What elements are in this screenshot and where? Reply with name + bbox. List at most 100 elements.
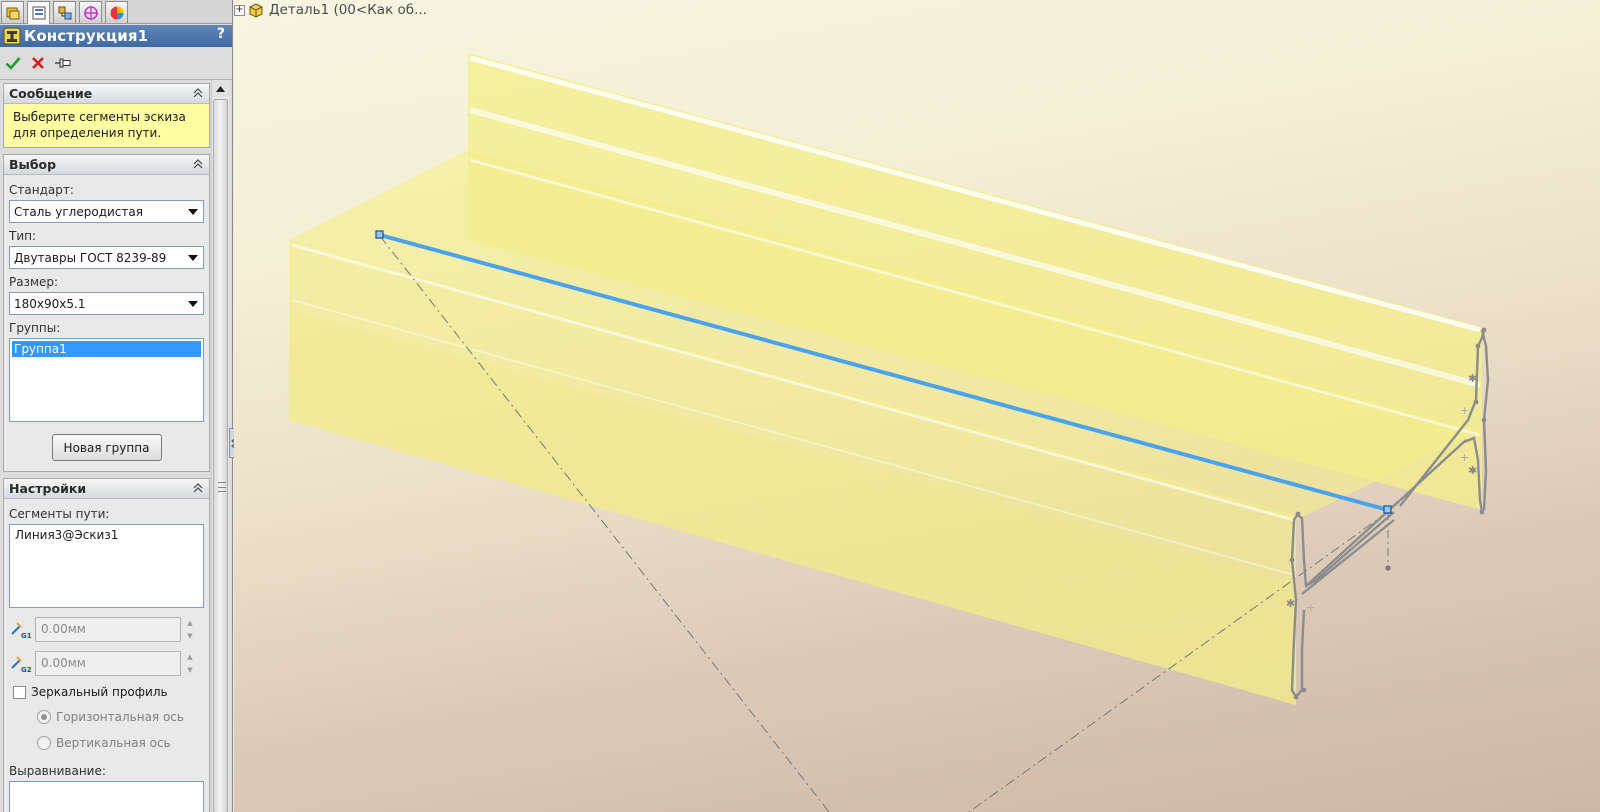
cancel-button[interactable] [29,54,47,72]
spin-down-icon[interactable]: ▼ [187,664,192,676]
gap-2-spinner[interactable]: ▲ ▼ [183,651,197,676]
svg-text:G1: G1 [21,632,32,640]
message-group: Сообщение Выберите сегменты эскиза для о… [3,83,210,148]
alignment-field[interactable] [9,781,204,812]
flyout-tree-node[interactable]: + Деталь1 (00<Как об... [234,1,427,19]
selection-group-header[interactable]: Выбор [4,155,209,175]
sketch-point [1295,511,1301,517]
pin-button[interactable] [54,54,72,72]
horizontal-axis-label: Горизонтальная ось [56,710,184,724]
help-button[interactable]: ? [217,26,225,42]
configuration-manager-tab[interactable] [53,1,76,23]
property-manager-tab[interactable] [27,1,50,24]
vertical-axis-radio[interactable] [37,736,51,750]
configuration-icon [58,6,71,19]
path-endpoint-handle[interactable] [1383,505,1392,514]
groups-list-item[interactable]: Группа1 [12,341,201,357]
property-manager-icon [32,6,45,20]
property-manager-header: Конструкция1 ? [0,25,232,47]
svg-text:G2: G2 [21,666,32,674]
path-endpoint-handle[interactable] [375,230,384,239]
spin-up-icon[interactable]: ▲ [187,617,192,629]
sketch-relation-marker: ✱ [1286,597,1295,610]
property-manager-panel: Конструкция1 ? Сообщение Выберите сегмен… [0,0,233,812]
dimxpert-tab[interactable] [79,1,102,23]
sketch-origin-marker: + [1460,404,1469,417]
dropdown-arrow-icon [188,255,198,261]
gap-1-spinner[interactable]: ▲ ▼ [183,617,197,642]
scroll-up-arrow-icon [216,85,225,92]
path-segments-listbox[interactable]: Линия3@Эскиз1 [9,524,204,608]
alignment-label: Выравнивание: [9,764,106,778]
manager-tab-strip [0,0,232,24]
model-scene[interactable]: ✱ ✱ ✱ + + + [234,0,1600,812]
vertical-axis-row[interactable]: Вертикальная ось [9,730,204,756]
scroll-up-button[interactable] [212,80,229,97]
spin-down-icon[interactable]: ▼ [187,630,192,642]
standard-label: Стандарт: [9,183,74,197]
part-name-label: Деталь1 (00<Как об... [269,2,427,18]
groups-label: Группы: [9,321,61,335]
gap-1-row: G1 0.00мм ▲ ▼ [9,614,204,644]
mirror-profile-row[interactable]: Зеркальный профиль [9,680,204,704]
sketch-origin-marker: + [1460,451,1469,464]
gap-g1-icon: G1 [11,622,32,640]
size-select[interactable]: 180x90x5.1 [9,292,204,315]
gap-1-input[interactable]: 0.00мм [35,616,181,642]
pushpin-icon [55,58,71,68]
sketch-relation-marker: ✱ [1468,464,1477,477]
sketch-point [1301,687,1307,693]
new-group-button[interactable]: Новая группа [51,434,162,461]
grip-icon [218,482,226,492]
selection-group-body: Стандарт: Сталь углеродистая Тип: Двутав… [4,175,209,471]
collapse-icon[interactable] [192,482,204,494]
standard-select[interactable]: Сталь углеродистая [9,200,204,223]
feature-manager-tab[interactable] [1,1,24,23]
message-group-header[interactable]: Сообщение [4,84,209,104]
sketch-point [1293,694,1299,700]
mirror-profile-checkbox[interactable] [13,685,26,699]
sketch-point [1475,343,1481,349]
graphics-viewport[interactable]: ✱ ✱ ✱ + + + + Деталь1 (00<Как об... [234,0,1600,812]
collapse-icon[interactable] [192,158,204,170]
size-select-value: 180x90x5.1 [14,296,86,311]
sketch-point [1481,327,1487,333]
scroll-thumb[interactable] [213,99,228,812]
spin-up-icon[interactable]: ▲ [187,651,192,663]
collapse-icon[interactable] [192,87,204,99]
type-select[interactable]: Двутавры ГОСТ 8239-89 [9,246,204,269]
action-toolbar [0,49,232,77]
vertical-axis-label: Вертикальная ось [56,736,171,750]
sketch-point [1385,565,1391,571]
part-icon [249,3,263,18]
property-manager-content: Сообщение Выберите сегменты эскиза для о… [3,83,210,812]
horizontal-axis-radio[interactable] [37,710,51,724]
standard-select-value: Сталь углеродистая [14,204,143,219]
message-text: Выберите сегменты эскиза для определения… [4,104,209,147]
type-label: Тип: [9,229,37,243]
expand-icon[interactable]: + [234,4,245,16]
sketch-relation-marker: ✱ [1468,372,1477,385]
gap-2-input[interactable]: 0.00мм [35,650,181,676]
property-manager-title: Конструкция1 [24,27,149,45]
mirror-profile-label: Зеркальный профиль [31,685,168,699]
gap-g2-icon: G2 [11,656,32,674]
sketch-point [1479,509,1485,515]
ok-button[interactable] [4,54,22,72]
sketch-point [1289,557,1295,563]
size-label: Размер: [9,275,59,289]
feature-tree-icon [6,7,19,19]
settings-group-header[interactable]: Настройки [4,479,209,499]
display-manager-tab[interactable] [105,1,128,23]
checkmark-icon [5,57,21,70]
dropdown-arrow-icon [188,301,198,307]
groups-listbox[interactable]: Группа1 [9,338,204,422]
selection-group: Выбор Стандарт: Сталь углеродистая Тип: … [3,154,210,472]
sketch-point [1473,399,1479,405]
dimxpert-target-icon [83,5,98,20]
property-manager-scroll-area: Сообщение Выберите сегменты эскиза для о… [0,79,232,812]
panel-scrollbar[interactable] [211,80,229,812]
weldment-structure-icon [3,27,21,45]
horizontal-axis-row[interactable]: Горизонтальная ось [9,704,204,730]
path-segment-item[interactable]: Линия3@Эскиз1 [12,527,201,543]
